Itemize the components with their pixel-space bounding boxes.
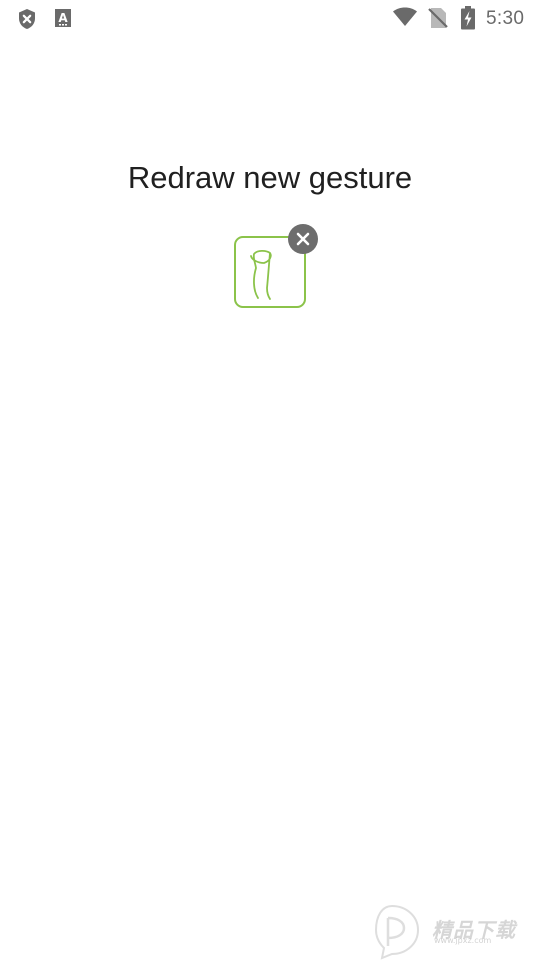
keyboard-a-icon: A: [54, 8, 72, 33]
close-icon: [296, 232, 310, 246]
status-time: 5:30: [486, 8, 525, 29]
battery-charging-icon: [460, 6, 476, 35]
watermark-logo-icon: [374, 904, 420, 960]
no-sim-icon: [428, 7, 448, 34]
status-bar: A 5:30: [0, 0, 540, 36]
page-title: Redraw new gesture: [127, 160, 413, 195]
remove-gesture-button[interactable]: [288, 224, 318, 254]
watermark-sub: www.jpxz.com: [434, 936, 492, 945]
wifi-icon: [392, 7, 418, 32]
watermark: 精品下载 www.jpxz.com: [370, 900, 540, 960]
shield-x-icon: [17, 8, 37, 35]
gesture-redraw-screen: A 5:30 Redraw new gesture 精品下载 www.jpxz.…: [0, 0, 540, 960]
svg-text:A: A: [58, 11, 68, 25]
